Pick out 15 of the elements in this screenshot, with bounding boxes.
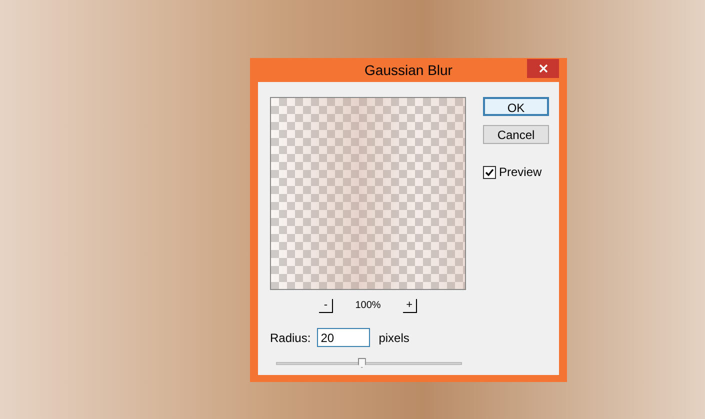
radius-field[interactable]: 20 — [316, 328, 370, 347]
zoom-out-button[interactable]: - — [319, 298, 334, 312]
dialog-button[interactable]: OK — [483, 97, 549, 116]
unit-label: pixels — [378, 330, 410, 346]
radius-slider[interactable] — [276, 358, 462, 368]
zoom-level: 100% — [355, 299, 381, 313]
close-icon — [538, 64, 548, 73]
checkmark-icon — [485, 168, 494, 176]
zoom-in-button[interactable]: + — [402, 298, 417, 312]
preview-label: Preview — [499, 164, 542, 181]
close-button[interactable] — [527, 59, 559, 78]
dialog-button[interactable]: Cancel — [483, 125, 549, 144]
window-title: Gaussian Blur — [364, 60, 452, 80]
preview-checkbox[interactable] — [483, 166, 496, 178]
radius-label: Radius: — [270, 330, 311, 346]
